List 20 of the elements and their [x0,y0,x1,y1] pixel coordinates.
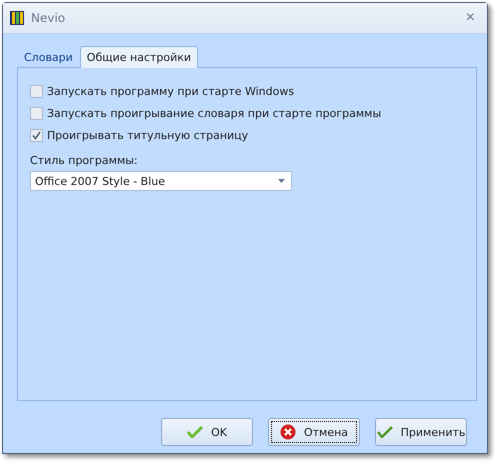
close-button[interactable]: × [462,9,479,27]
style-dropdown[interactable]: Office 2007 Style - Blue [30,171,292,191]
checkbox-label: Запускать проигрывание словаря при старте программы [47,106,382,120]
checkbox-label: Проигрывать титульную страницу [47,128,248,142]
tab[interactable]: Словари [19,48,78,67]
checkbox[interactable] [30,106,43,120]
window-title: Nevio [31,11,66,25]
checkbox[interactable] [30,128,43,142]
check-icon [187,426,204,438]
app-icon [9,10,25,26]
error-icon [280,424,296,440]
checkbox-label: Запускать программу при старте Windows [47,84,294,98]
checkbox[interactable] [30,84,43,98]
dialog-button[interactable]: OK [161,418,253,446]
tab[interactable]: Общие настройки [80,46,198,68]
dialog-button[interactable]: Отмена [268,418,360,446]
field-label: Стиль программы: [30,154,139,167]
check-icon [376,426,393,438]
dialog-button[interactable]: Применить [375,418,467,446]
dropdown-arrow-icon [278,179,285,183]
